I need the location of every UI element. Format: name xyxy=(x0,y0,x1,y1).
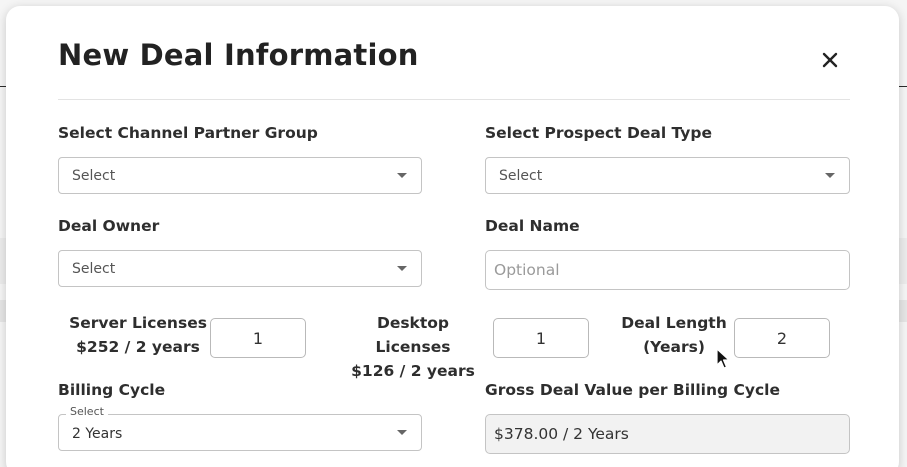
gross-deal-value-label: Gross Deal Value per Billing Cycle xyxy=(485,381,781,399)
server-licenses-label: Server Licenses $252 / 2 years xyxy=(68,311,208,359)
modal-title: New Deal Information xyxy=(58,38,419,72)
server-licenses-price: $252 / 2 years xyxy=(76,338,200,356)
deal-length-unit: (Years) xyxy=(643,338,705,356)
prospect-deal-type-select[interactable]: Select xyxy=(485,157,850,194)
header-divider xyxy=(58,99,850,100)
billing-cycle-select[interactable]: 2 Years xyxy=(58,414,422,451)
prospect-deal-type-value: Select xyxy=(499,168,543,184)
desktop-licenses-price: $126 / 2 years xyxy=(351,362,475,380)
desktop-licenses-label: Desktop Licenses $126 / 2 years xyxy=(340,311,486,383)
deal-name-label: Deal Name xyxy=(485,217,580,235)
chevron-down-icon xyxy=(825,173,835,178)
channel-partner-group-select[interactable]: Select xyxy=(58,157,422,194)
billing-cycle-floating-label: Select xyxy=(66,405,108,418)
deal-length-input[interactable] xyxy=(734,318,830,358)
server-licenses-title: Server Licenses xyxy=(69,314,207,332)
prospect-deal-type-label: Select Prospect Deal Type xyxy=(485,124,712,142)
deal-owner-value: Select xyxy=(72,261,116,277)
deal-length-title: Deal Length xyxy=(621,314,727,332)
chevron-down-icon xyxy=(397,266,407,271)
billing-cycle-value: 2 Years xyxy=(72,426,123,442)
channel-partner-group-label: Select Channel Partner Group xyxy=(58,124,318,142)
desktop-licenses-input[interactable] xyxy=(493,318,589,358)
chevron-down-icon xyxy=(397,430,407,435)
deal-length-label: Deal Length (Years) xyxy=(618,311,730,359)
gross-deal-value-field: $378.00 / 2 Years xyxy=(485,414,850,454)
mouse-pointer-icon xyxy=(716,348,730,370)
new-deal-modal: New Deal Information Select Channel Part… xyxy=(6,6,899,467)
deal-owner-label: Deal Owner xyxy=(58,217,160,235)
desktop-licenses-title: Desktop Licenses xyxy=(375,314,451,356)
close-icon[interactable] xyxy=(819,49,841,71)
deal-name-input[interactable] xyxy=(485,250,850,290)
chevron-down-icon xyxy=(397,173,407,178)
deal-owner-select[interactable]: Select xyxy=(58,250,422,287)
channel-partner-group-value: Select xyxy=(72,168,116,184)
billing-cycle-label: Billing Cycle xyxy=(58,381,166,399)
server-licenses-input[interactable] xyxy=(210,318,306,358)
